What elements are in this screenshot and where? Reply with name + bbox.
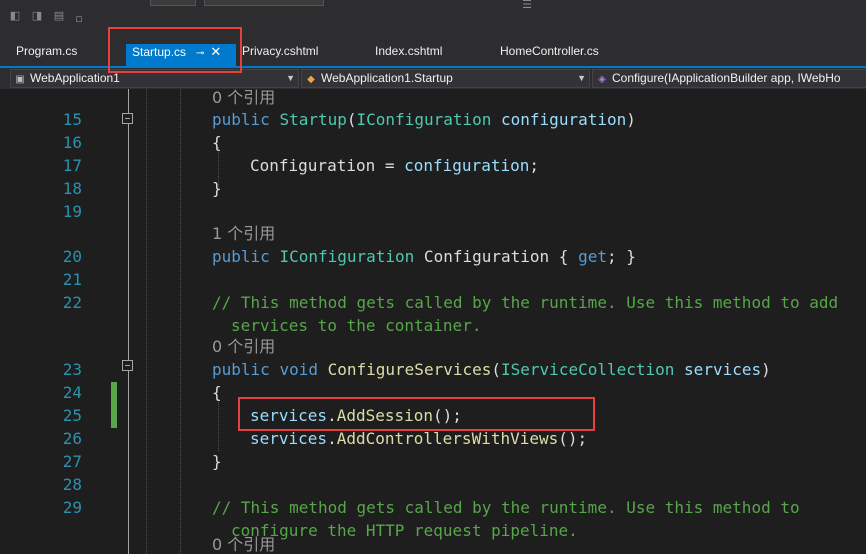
code-line: }: [212, 179, 222, 198]
codelens-references[interactable]: 1 个引用: [212, 222, 275, 245]
class-dropdown-value: WebApplication1.Startup: [321, 71, 453, 85]
indent-guide: [180, 89, 181, 554]
code-comment: // This method gets called by the runtim…: [212, 293, 839, 312]
tab-index-cshtml[interactable]: Index.cshtml: [369, 44, 448, 67]
chevron-down-icon: ▼: [286, 73, 295, 83]
line-number: 27: [62, 452, 82, 471]
line-number: 16: [62, 133, 82, 152]
bookmark-prev-icon[interactable]: ◨: [30, 9, 44, 23]
line-number: 28: [62, 475, 82, 494]
highlight-box-add-session: [238, 397, 595, 431]
bookmark-icon[interactable]: ◧: [8, 9, 22, 23]
chevron-down-icon: ▼: [577, 73, 586, 83]
bookmark-next-icon[interactable]: ▤: [52, 9, 66, 23]
project-icon: ▣: [15, 74, 25, 85]
code-editor[interactable]: 15 16 17 18 19 20 21 22 23 24 25 26 27 2…: [0, 89, 866, 554]
method-icon: ◈: [598, 74, 606, 85]
line-number: 21: [62, 270, 82, 289]
collapse-icon[interactable]: [122, 113, 133, 124]
tab-homecontroller-cs[interactable]: HomeController.cs: [494, 44, 605, 67]
line-number: 26: [62, 429, 82, 448]
indent-guide: [218, 399, 219, 451]
toolbar-dropdown-fragment[interactable]: [150, 0, 196, 6]
tab-privacy-cshtml[interactable]: Privacy.cshtml: [236, 44, 324, 67]
tab-program-cs[interactable]: Program.cs: [10, 44, 83, 67]
code-line: }: [212, 452, 222, 471]
member-dropdown-value: Configure(IApplicationBuilder app, IWebH…: [612, 71, 841, 85]
tab-label: HomeController.cs: [500, 44, 599, 58]
code-comment-wrap: services to the container.: [231, 316, 482, 335]
line-number: 20: [62, 247, 82, 266]
outline-line: [128, 124, 129, 360]
codelens-references[interactable]: 0 个引用: [212, 335, 275, 358]
toolbar-dropdown-fragment[interactable]: [204, 0, 324, 6]
code-comment-wrap: configure the HTTP request pipeline.: [231, 521, 578, 540]
line-number: 17: [62, 156, 82, 175]
class-icon: ◆: [307, 74, 315, 85]
code-line: public void ConfigureServices(IServiceCo…: [212, 360, 771, 379]
line-number: 18: [62, 179, 82, 198]
code-line: public IConfiguration Configuration { ge…: [212, 247, 636, 266]
indent-guide: [146, 89, 147, 554]
bookmark-clear-icon[interactable]: ▫: [72, 12, 86, 26]
tab-label: Program.cs: [16, 44, 78, 58]
member-dropdown[interactable]: ◈ Configure(IApplicationBuilder app, IWeb…: [592, 69, 866, 88]
outline-line: [128, 89, 129, 113]
line-number: 23: [62, 360, 82, 379]
codelens-references[interactable]: 0 个引用: [212, 89, 275, 109]
line-number: 25: [62, 406, 82, 425]
collapse-icon[interactable]: [122, 360, 133, 371]
line-number: 29: [62, 498, 82, 517]
change-indicator: [111, 382, 117, 428]
line-number: 15: [62, 110, 82, 129]
code-comment: // This method gets called by the runtim…: [212, 498, 800, 517]
outline-line: [128, 371, 129, 554]
tab-label: Privacy.cshtml: [242, 44, 319, 58]
line-number: 22: [62, 293, 82, 312]
line-number: 24: [62, 383, 82, 402]
code-line: {: [212, 133, 222, 152]
project-dropdown-value: WebApplication1: [30, 71, 120, 85]
highlight-box-tab: [108, 27, 242, 73]
class-dropdown[interactable]: ◆ WebApplication1.Startup ▼: [301, 69, 590, 88]
comment-icon[interactable]: ☰: [520, 0, 534, 12]
code-line: public Startup(IConfiguration configurat…: [212, 110, 636, 129]
tab-label: Index.cshtml: [375, 44, 443, 58]
code-line: Configuration = configuration;: [250, 156, 539, 175]
code-line: {: [212, 383, 222, 402]
line-number: 19: [62, 202, 82, 221]
